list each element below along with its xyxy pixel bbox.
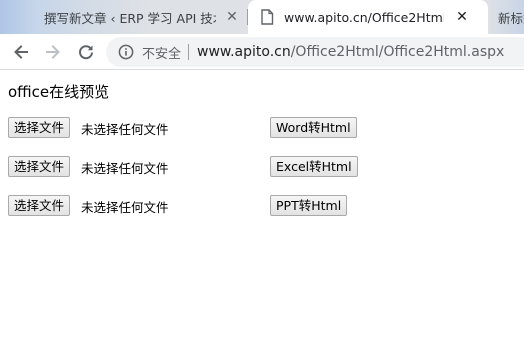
info-icon[interactable]: [118, 44, 134, 60]
tab-title: www.apito.cn/Office2Html/Office2Html.asp…: [284, 9, 444, 25]
page-title: office在线预览: [8, 83, 110, 101]
url-host: www.apito.cn: [197, 44, 291, 60]
file-status-label: 未选择任何文件: [81, 161, 169, 176]
security-label[interactable]: 不安全: [142, 43, 181, 62]
tab-title: 撰写新文章 ‹ ERP 学习 API 技术: [44, 10, 216, 26]
close-icon[interactable]: ✕: [224, 9, 240, 25]
choose-file-button[interactable]: 选择文件: [8, 195, 71, 216]
choose-file-button[interactable]: 选择文件: [8, 156, 71, 177]
reload-button[interactable]: [74, 40, 98, 64]
upload-row-word: 选择文件 未选择任何文件 Word转Html: [8, 117, 368, 139]
upload-row-ppt: 选择文件 未选择任何文件 PPT转Html: [8, 195, 368, 217]
url-path: /Office2Html/Office2Html.aspx: [290, 44, 505, 60]
word-to-html-button[interactable]: Word转Html: [270, 117, 357, 138]
tab-title: 新标签页: [498, 10, 524, 26]
back-arrow-icon: [14, 45, 28, 59]
forward-button[interactable]: [41, 40, 65, 64]
back-button[interactable]: [9, 40, 33, 64]
choose-file-button[interactable]: 选择文件: [8, 117, 71, 138]
browser-window: 撰写新文章 ‹ ERP 学习 API 技术 ✕ www.apito.cn/Off…: [0, 0, 524, 355]
reload-icon: [79, 45, 93, 60]
document-icon: [260, 9, 274, 25]
tab-write-article[interactable]: 撰写新文章 ‹ ERP 学习 API 技术 ✕: [0, 0, 248, 34]
address-bar[interactable]: 不安全 www.apito.cn/Office2Html/Office2Html…: [106, 37, 524, 67]
ppt-to-html-button[interactable]: PPT转Html: [270, 195, 348, 216]
tab-office2html[interactable]: www.apito.cn/Office2Html/Office2Html.asp…: [248, 0, 488, 34]
url-text[interactable]: www.apito.cn/Office2Html/Office2Html.asp…: [197, 44, 504, 60]
excel-to-html-button[interactable]: Excel转Html: [270, 156, 358, 177]
tab-strip: 撰写新文章 ‹ ERP 学习 API 技术 ✕ www.apito.cn/Off…: [0, 0, 524, 34]
tab-new-tab[interactable]: 新标签页: [488, 0, 524, 34]
omnibox-divider: [188, 44, 190, 60]
file-status-label: 未选择任何文件: [81, 200, 169, 215]
page-content: office在线预览 选择文件 未选择任何文件 Word转Html 选择文件 未…: [0, 70, 524, 355]
upload-row-excel: 选择文件 未选择任何文件 Excel转Html: [8, 156, 368, 178]
close-icon[interactable]: ✕: [454, 9, 470, 25]
browser-toolbar: 不安全 www.apito.cn/Office2Html/Office2Html…: [0, 34, 524, 70]
file-status-label: 未选择任何文件: [81, 122, 169, 137]
forward-arrow-icon: [46, 45, 60, 59]
